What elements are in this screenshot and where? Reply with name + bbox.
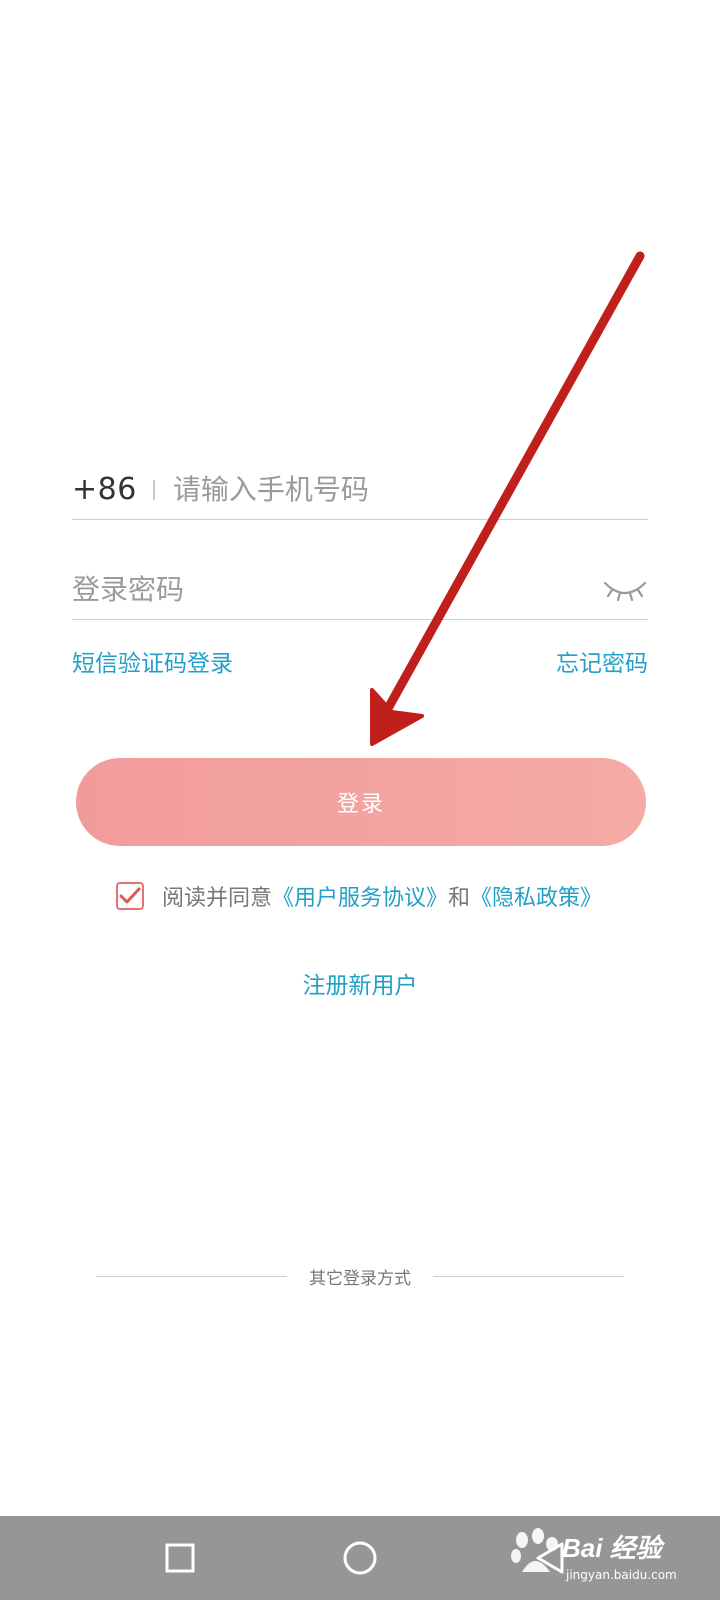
circle-icon[interactable] bbox=[318, 1516, 402, 1600]
password-input[interactable] bbox=[72, 560, 602, 619]
login-screen: +86 短信验证码登录 忘记密码 登录 阅读并同意 《用户服务协议》 和 《隐私… bbox=[0, 0, 720, 1516]
forgot-password-link[interactable]: 忘记密码 bbox=[556, 644, 648, 678]
annotation-arrow bbox=[370, 251, 645, 746]
login-button[interactable]: 登录 bbox=[76, 758, 646, 846]
privacy-policy-link[interactable]: 《隐私政策》 bbox=[470, 880, 602, 912]
other-login-label[interactable]: 其它登录方式 bbox=[287, 1264, 433, 1289]
checkmark-icon bbox=[119, 887, 141, 904]
phone-field-row: +86 bbox=[72, 460, 648, 520]
agreement-conjunction: 和 bbox=[448, 886, 471, 911]
password-field-row bbox=[72, 560, 648, 620]
square-icon[interactable] bbox=[138, 1516, 222, 1600]
agreement-row: 阅读并同意 《用户服务协议》 和 《隐私政策》 bbox=[116, 879, 602, 913]
sms-login-link[interactable]: 短信验证码登录 bbox=[72, 644, 233, 678]
divider-line-right bbox=[433, 1276, 624, 1277]
agreement-prefix: 阅读并同意 bbox=[162, 886, 273, 911]
system-nav-bar bbox=[0, 1516, 720, 1600]
other-login-divider: 其它登录方式 bbox=[96, 1264, 624, 1289]
terms-of-service-link[interactable]: 《用户服务协议》 bbox=[272, 880, 448, 912]
country-code[interactable]: +86 bbox=[72, 472, 137, 507]
divider bbox=[152, 479, 155, 500]
divider-line-left bbox=[96, 1276, 287, 1277]
phone-input[interactable] bbox=[172, 460, 648, 519]
eye-closed-icon[interactable] bbox=[602, 575, 648, 605]
register-row: 注册新用户 bbox=[0, 966, 720, 1000]
agreement-checkbox[interactable] bbox=[116, 882, 144, 910]
triangle-back-icon[interactable] bbox=[508, 1516, 592, 1600]
register-link[interactable]: 注册新用户 bbox=[303, 973, 418, 999]
